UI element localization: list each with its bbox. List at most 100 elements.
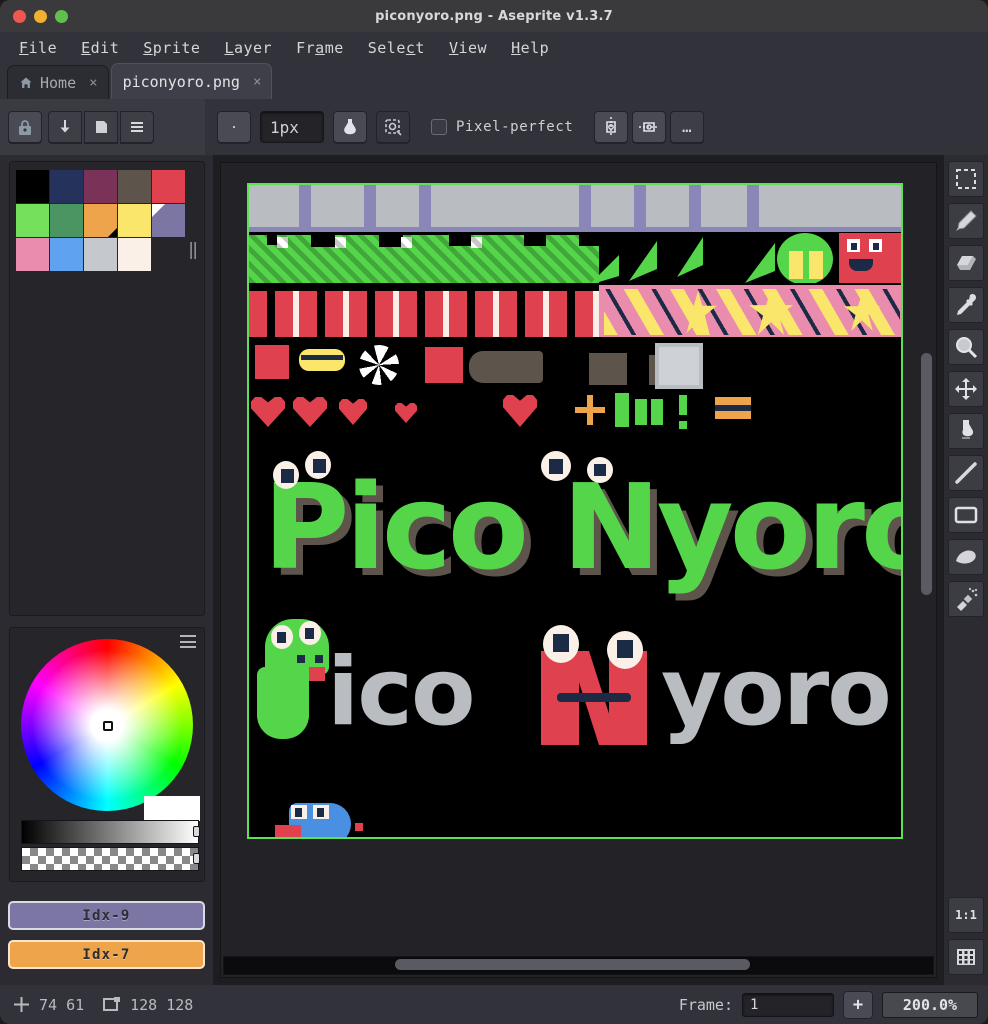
menu-help[interactable]: Help	[500, 35, 560, 61]
palette-swatch-3[interactable]	[118, 170, 151, 203]
cursor-x-value: 74	[39, 995, 58, 1014]
tab-home[interactable]: Home ×	[7, 65, 109, 99]
zoom-level-field[interactable]: 200.0%	[882, 991, 978, 1018]
canvas-area[interactable]: Pico Nyoro ico yoro	[213, 155, 944, 985]
symmetry-horizontal-icon	[639, 122, 660, 132]
palette-swatch-11[interactable]	[50, 238, 83, 271]
canvas-vertical-scrollbar[interactable]	[921, 353, 932, 595]
left-toolbar-group	[0, 99, 205, 155]
palette-swatch-12[interactable]	[84, 238, 117, 271]
background-color-label: Idx-7	[82, 946, 131, 963]
timeline-button[interactable]	[948, 939, 984, 975]
palette-swatch-9[interactable]	[152, 204, 185, 237]
status-right-group: Frame: 1 + 200.0%	[678, 990, 978, 1019]
alpha-slider-knob[interactable]	[193, 853, 200, 864]
zoom-tool[interactable]	[948, 329, 984, 365]
symmetry-reference-button[interactable]	[376, 111, 410, 143]
frame-label: Frame:	[678, 995, 733, 1014]
palette-swatch-1[interactable]	[50, 170, 83, 203]
contour-tool[interactable]	[948, 539, 984, 575]
palette-swatch-0[interactable]	[16, 170, 49, 203]
palette-swatch-13[interactable]	[118, 238, 151, 271]
palette-swatch-10[interactable]	[16, 238, 49, 271]
tab-piconyoro-close-icon[interactable]: ×	[253, 74, 261, 90]
eyedropper-tool[interactable]	[948, 287, 984, 323]
pixel-perfect-checkbox[interactable]	[431, 119, 447, 135]
frame-number-field[interactable]: 1	[742, 992, 834, 1017]
palette-swatch-6[interactable]	[50, 204, 83, 237]
line-tool[interactable]	[948, 455, 984, 491]
layer-icon	[95, 121, 107, 133]
menu-layer[interactable]: Layer	[213, 35, 283, 61]
value-slider[interactable]	[21, 820, 200, 844]
rectangle-tool[interactable]	[948, 497, 984, 533]
canvas-viewport[interactable]: Pico Nyoro ico yoro	[220, 162, 937, 978]
palette-swatch-4[interactable]	[152, 170, 185, 203]
pencil-icon	[956, 210, 977, 231]
home-icon	[19, 76, 33, 90]
symmetry-vertical-button[interactable]	[594, 111, 629, 143]
menu-sprite[interactable]: Sprite	[132, 35, 211, 61]
sprite-height-value: 128	[166, 995, 194, 1014]
color-wheel-menu-button[interactable]	[180, 635, 196, 648]
paint-bucket-tool[interactable]	[948, 413, 984, 449]
move-arrows-icon	[955, 378, 977, 400]
new-layer-button[interactable]	[84, 111, 118, 143]
foreground-color-button[interactable]: Idx-9	[8, 901, 205, 930]
menu-select[interactable]: Select	[357, 35, 436, 61]
background-color-button[interactable]: Idx-7	[8, 940, 205, 969]
menu-file[interactable]: File	[8, 35, 68, 61]
status-left-group: 74 61 128 128	[0, 996, 193, 1014]
window-title: piconyoro.png - Aseprite v1.3.7	[375, 8, 613, 24]
fit-ratio-button[interactable]: 1:1	[948, 897, 984, 933]
magnifier-icon	[956, 337, 978, 359]
ellipsis-icon: …	[682, 117, 693, 136]
symmetry-ref-icon	[384, 118, 402, 136]
pixel-perfect-option[interactable]: Pixel-perfect	[431, 119, 573, 135]
title-bar: piconyoro.png - Aseprite v1.3.7	[0, 0, 988, 32]
crosshair-icon	[14, 997, 29, 1012]
download-button[interactable]	[48, 111, 82, 143]
lock-icon	[19, 119, 31, 135]
sprite-canvas[interactable]: Pico Nyoro ico yoro	[247, 183, 903, 839]
film-strip-icon	[957, 949, 975, 965]
value-slider-knob[interactable]	[193, 826, 200, 837]
canvas-horizontal-scrollbar[interactable]	[395, 959, 750, 970]
eraser-tool[interactable]	[948, 245, 984, 281]
brush-preview-button[interactable]	[217, 111, 251, 143]
palette-swatch-8[interactable]	[118, 204, 151, 237]
brush-size-field[interactable]: 1px	[260, 111, 324, 143]
tab-piconyoro[interactable]: piconyoro.png ×	[110, 63, 273, 99]
spray-tool[interactable]	[948, 581, 984, 617]
palette-grid[interactable]	[16, 170, 185, 271]
lock-button[interactable]	[8, 111, 42, 143]
menu-view[interactable]: View	[438, 35, 498, 61]
menu-frame[interactable]: Frame	[285, 35, 355, 61]
more-options-button[interactable]: …	[670, 111, 705, 143]
palette-resize-handle[interactable]: ‖	[188, 240, 198, 260]
status-bar: 74 61 128 128 Frame: 1 + 200.0%	[0, 985, 988, 1024]
palette-swatch-5[interactable]	[16, 204, 49, 237]
marquee-icon	[956, 169, 976, 189]
artwork-title: Pico Nyoro	[263, 458, 903, 596]
color-wheel-cursor[interactable]	[103, 721, 113, 731]
bucket-icon	[962, 420, 974, 439]
symmetry-horizontal-button[interactable]	[632, 111, 667, 143]
canvas-horizontal-scrollbar-track[interactable]	[223, 956, 934, 975]
add-frame-button[interactable]: +	[843, 990, 873, 1019]
pencil-tool[interactable]	[948, 203, 984, 239]
eraser-icon	[957, 256, 976, 270]
move-tool[interactable]	[948, 371, 984, 407]
line-icon	[955, 462, 977, 484]
spray-icon	[957, 587, 978, 611]
alpha-slider[interactable]	[21, 847, 200, 871]
palette-swatch-2[interactable]	[84, 170, 117, 203]
tab-home-close-icon[interactable]: ×	[89, 75, 97, 91]
palette-swatch-7[interactable]	[84, 204, 117, 237]
menu-edit[interactable]: Edit	[70, 35, 130, 61]
rectangular-marquee-tool[interactable]	[948, 161, 984, 197]
right-toolbar-group: 1px Pixel-perfect …	[205, 99, 988, 155]
sprite-width-value: 128	[130, 995, 158, 1014]
ink-type-button[interactable]	[333, 111, 367, 143]
layer-menu-button[interactable]	[120, 111, 154, 143]
